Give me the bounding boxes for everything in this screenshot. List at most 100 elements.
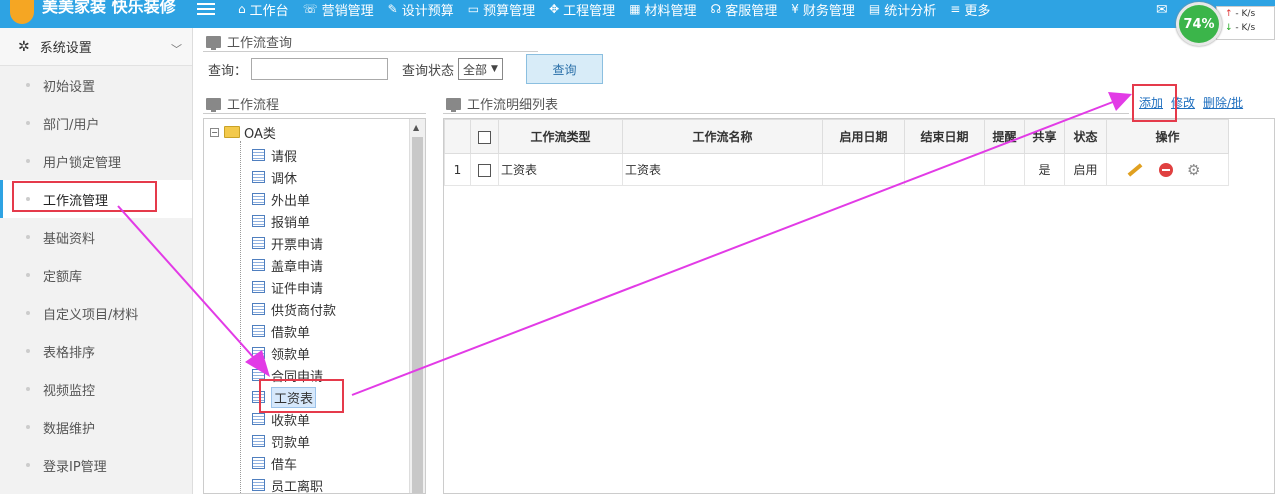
hamburger-menu-icon[interactable] xyxy=(197,3,215,17)
nav-item-workbench[interactable]: ⌂ 工作台 xyxy=(238,0,289,19)
search-label: 查询： xyxy=(208,63,248,79)
download-speed: - K/s xyxy=(1235,23,1256,33)
tree-node-oa[interactable]: − OA类 xyxy=(210,123,276,142)
sidebar-item-login-ip[interactable]: 登录IP管理 xyxy=(0,446,192,484)
document-icon xyxy=(252,259,265,271)
query-button[interactable]: 查询 xyxy=(526,54,603,84)
tree-item-invoice[interactable]: 开票申请 xyxy=(252,232,323,254)
gear-icon[interactable]: ⚙ xyxy=(1187,161,1200,179)
upload-speed: - K/s xyxy=(1235,9,1256,19)
tree-item-shift-off[interactable]: 调休 xyxy=(252,166,297,188)
select-all-checkbox[interactable] xyxy=(478,130,491,144)
row-index: 1 xyxy=(444,153,471,186)
speed-panel: ↑ - K/s ↓ - K/s xyxy=(1216,6,1275,40)
sidebar-item-table-sort[interactable]: 表格排序 xyxy=(0,332,192,370)
tree-item-reimbursement[interactable]: 报销单 xyxy=(252,210,310,232)
row-remind xyxy=(984,153,1025,186)
divider xyxy=(203,51,538,52)
monitor-icon: ▭ xyxy=(467,2,480,16)
tree-item-certificate[interactable]: 证件申请 xyxy=(252,276,323,298)
column-header-type[interactable]: 工作流类型 xyxy=(498,119,623,154)
document-icon xyxy=(252,215,265,227)
row-shared: 是 xyxy=(1024,153,1065,186)
sidebar-item-video[interactable]: 视频监控 xyxy=(0,370,192,408)
document-icon xyxy=(252,457,265,469)
tree-item-leave[interactable]: 请假 xyxy=(252,144,297,166)
delete-icon[interactable] xyxy=(1159,162,1173,177)
nav-item-marketing[interactable]: ☏ 营销管理 xyxy=(303,0,374,19)
status-select[interactable]: 全部 ▼ xyxy=(458,58,503,80)
document-icon xyxy=(252,171,265,183)
tree-item-seal[interactable]: 盖章申请 xyxy=(252,254,323,276)
tree-scrollbar[interactable]: ▲ xyxy=(409,119,425,493)
sidebar-item-quota-library[interactable]: 定额库 xyxy=(0,256,192,294)
tree-item-resignation[interactable]: 员工离职 xyxy=(252,474,323,493)
column-header-end-date[interactable]: 结束日期 xyxy=(904,119,985,154)
sidebar: ✲ 系统设置 ﹀ 初始设置 部门/用户 用户锁定管理 工作流管理 基础资料 定额… xyxy=(0,28,193,494)
table-header-row: 工作流类型 工作流名称 启用日期 结束日期 提醒 共享 状态 操作 xyxy=(444,119,1229,154)
document-icon xyxy=(252,325,265,337)
document-icon xyxy=(252,347,265,359)
folder-open-icon xyxy=(224,126,240,138)
tree-item-car-borrow[interactable]: 借车 xyxy=(252,452,297,474)
sidebar-item-custom-items[interactable]: 自定义项目/材料 xyxy=(0,294,192,332)
tree-item-withdrawal[interactable]: 领款单 xyxy=(252,342,310,364)
sidebar-item-basic-data[interactable]: 基础资料 xyxy=(0,218,192,256)
grid-icon: ▦ xyxy=(629,2,641,16)
scroll-up-icon[interactable]: ▲ xyxy=(413,123,419,132)
sidebar-header[interactable]: ✲ 系统设置 ﹀ xyxy=(0,28,192,66)
search-input[interactable] xyxy=(251,58,389,80)
status-label: 查询状态 xyxy=(402,63,455,79)
workflow-detail-table: 工作流类型 工作流名称 启用日期 结束日期 提醒 共享 状态 操作 1 工资表 … xyxy=(443,118,1275,494)
column-header-status[interactable]: 状态 xyxy=(1064,119,1107,154)
tree-item-outing[interactable]: 外出单 xyxy=(252,188,310,210)
column-header-start-date[interactable]: 启用日期 xyxy=(822,119,905,154)
app-title: 美美家装 快乐装修 xyxy=(42,0,176,16)
divider xyxy=(443,113,1129,114)
nav-item-project[interactable]: ✥ 工程管理 xyxy=(549,0,615,19)
home-icon: ⌂ xyxy=(238,2,246,16)
row-select-cell xyxy=(470,153,499,186)
nav-item-design-budget[interactable]: ✎ 设计预算 xyxy=(388,0,454,19)
query-form: 查询： 查询状态 全部 ▼ xyxy=(208,54,503,84)
row-checkbox[interactable] xyxy=(478,163,491,177)
document-icon xyxy=(252,193,265,205)
row-name: 工资表 xyxy=(622,153,823,186)
nav-item-material[interactable]: ▦ 材料管理 xyxy=(629,0,696,19)
nav-item-statistics[interactable]: ▤ 统计分析 xyxy=(869,0,936,19)
memory-usage-badge[interactable]: 74% xyxy=(1176,2,1222,46)
tree-item-fine[interactable]: 罚款单 xyxy=(252,430,310,452)
collapse-icon[interactable]: − xyxy=(210,127,219,137)
sidebar-item-departments-users[interactable]: 部门/用户 xyxy=(0,104,192,142)
row-start-date xyxy=(822,153,905,186)
table-row[interactable]: 1 工资表 工资表 是 启用 ⚙ xyxy=(444,153,1229,186)
nav-item-service[interactable]: ☊ 客服管理 xyxy=(711,0,778,19)
delete-link[interactable]: 删除/批 xyxy=(1203,94,1243,111)
gear-icon: ✲ xyxy=(18,38,30,55)
nav-item-budget[interactable]: ▭ 预算管理 xyxy=(468,0,535,19)
row-end-date xyxy=(904,153,985,186)
top-navbar: 美美家装 快乐装修 ⌂ 工作台 ☏ 营销管理 ✎ 设计预算 ▭ 预算管理 ✥ 工程管理 ▦… xyxy=(0,0,1275,28)
sidebar-item-initial-settings[interactable]: 初始设置 xyxy=(0,66,192,104)
annotation-box-workflow-menu xyxy=(12,181,157,212)
column-header-operations: 操作 xyxy=(1106,119,1229,154)
detail-section-title: 工作流明细列表 xyxy=(446,94,558,113)
network-speed-widget[interactable]: ↑ - K/s ↓ - K/s 74% xyxy=(1176,2,1275,46)
tree-item-loan[interactable]: 借款单 xyxy=(252,320,310,342)
pencil-icon[interactable] xyxy=(1127,162,1143,177)
row-type: 工资表 xyxy=(498,153,623,186)
column-header-name[interactable]: 工作流名称 xyxy=(622,119,823,154)
nav-item-finance[interactable]: ¥ 财务管理 xyxy=(791,0,855,19)
column-header-remind[interactable]: 提醒 xyxy=(984,119,1025,154)
tree-item-supplier-payment[interactable]: 供货商付款 xyxy=(252,298,336,320)
column-header-shared[interactable]: 共享 xyxy=(1024,119,1065,154)
chat-icon: ☏ xyxy=(302,2,318,16)
edit-icon: ✎ xyxy=(387,2,398,16)
nav-item-more[interactable]: ≡ 更多 xyxy=(950,0,990,19)
scroll-thumb[interactable] xyxy=(412,137,423,493)
document-icon xyxy=(252,303,265,315)
sidebar-item-data-maintenance[interactable]: 数据维护 xyxy=(0,408,192,446)
chevron-down-icon: ﹀ xyxy=(171,43,182,56)
sidebar-item-user-lock[interactable]: 用户锁定管理 xyxy=(0,142,192,180)
mail-icon[interactable]: ✉ xyxy=(1156,2,1168,18)
